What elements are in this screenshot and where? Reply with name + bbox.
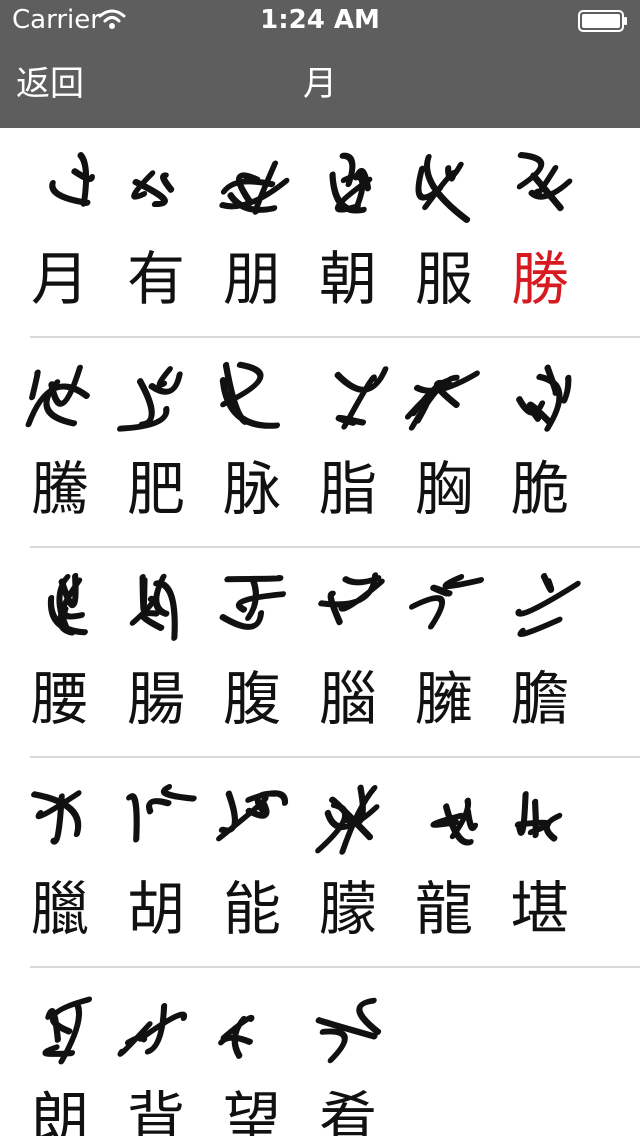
character-label: 腹 — [222, 665, 281, 733]
character-cell[interactable]: 脉 — [204, 338, 300, 548]
character-cell[interactable]: 腸 — [108, 548, 204, 758]
character-cell[interactable]: 脂 — [300, 338, 396, 548]
character-label: 腸 — [126, 665, 185, 733]
character-label: 服 — [414, 245, 473, 313]
character-label: 朋 — [222, 245, 281, 313]
character-cell[interactable]: 堪 — [492, 758, 588, 968]
character-cell[interactable]: 腰 — [12, 548, 108, 758]
character-cell[interactable]: 月 — [12, 128, 108, 338]
character-label: 龍 — [414, 875, 473, 943]
character-row: 月有朋朝服勝 — [30, 128, 640, 338]
character-label: 臃 — [414, 665, 473, 733]
battery-icon — [578, 10, 628, 32]
character-label: 能 — [222, 875, 281, 943]
character-cell[interactable]: 肥 — [108, 338, 204, 548]
character-cell[interactable]: 腦 — [300, 548, 396, 758]
character-row: 臘胡能朦龍堪 — [30, 758, 640, 968]
character-cell[interactable]: 膽 — [492, 548, 588, 758]
character-cell[interactable]: 龍 — [396, 758, 492, 968]
character-label: 月 — [30, 245, 89, 313]
character-label: 堪 — [510, 875, 569, 943]
back-button[interactable]: 返回 — [16, 64, 84, 104]
character-cell[interactable]: 有 — [108, 128, 204, 338]
calligraphy-image — [481, 138, 598, 238]
character-cell[interactable]: 能 — [204, 758, 300, 968]
character-cell[interactable]: 朦 — [300, 758, 396, 968]
character-label: 勝 — [510, 245, 569, 313]
calligraphy-image — [481, 768, 598, 868]
character-cell[interactable]: 胸 — [396, 338, 492, 548]
character-label: 臘 — [30, 875, 89, 943]
character-label: 朗 — [30, 1085, 89, 1136]
character-cell[interactable]: 腹 — [204, 548, 300, 758]
character-cell[interactable]: 肴 — [300, 968, 396, 1136]
character-cell[interactable]: 勝 — [492, 128, 588, 338]
character-label: 腰 — [30, 665, 89, 733]
character-row: 腰腸腹腦臃膽 — [30, 548, 640, 758]
character-cell[interactable]: 朝 — [300, 128, 396, 338]
screen: Carrier 1:24 AM 返回 月 月有朋朝服勝騰肥脉脂胸脆腰腸腹腦臃膽臘… — [0, 0, 640, 1136]
character-label: 膽 — [510, 665, 569, 733]
character-label: 胸 — [414, 455, 473, 523]
character-grid: 月有朋朝服勝騰肥脉脂胸脆腰腸腹腦臃膽臘胡能朦龍堪朗背望肴 — [0, 128, 640, 1136]
character-row: 騰肥脉脂胸脆 — [25, 338, 640, 548]
character-cell[interactable]: 臃 — [396, 548, 492, 758]
character-cell[interactable]: 服 — [396, 128, 492, 338]
character-label: 有 — [126, 245, 185, 313]
character-label: 胡 — [126, 875, 185, 943]
character-cell[interactable]: 脆 — [492, 338, 588, 548]
status-bar: Carrier 1:24 AM — [0, 0, 640, 40]
character-label: 脂 — [318, 455, 377, 523]
character-label: 朝 — [318, 245, 377, 313]
character-cell[interactable]: 胡 — [108, 758, 204, 968]
page-title: 月 — [303, 64, 337, 104]
character-label: 望 — [222, 1085, 281, 1136]
character-label: 脉 — [222, 455, 281, 523]
character-label: 肥 — [126, 455, 185, 523]
character-cell[interactable]: 騰 — [12, 338, 108, 548]
character-label: 脆 — [510, 455, 569, 523]
calligraphy-image — [289, 978, 406, 1078]
status-time: 1:24 AM — [260, 5, 380, 35]
character-cell[interactable]: 朗 — [12, 968, 108, 1136]
character-cell[interactable]: 朋 — [204, 128, 300, 338]
character-label: 背 — [126, 1085, 185, 1136]
character-cell[interactable]: 背 — [108, 968, 204, 1136]
character-label: 肴 — [318, 1085, 377, 1136]
character-label: 騰 — [30, 455, 89, 523]
character-label: 腦 — [318, 665, 377, 733]
character-label: 朦 — [318, 875, 377, 943]
character-cell[interactable]: 臘 — [12, 758, 108, 968]
character-cell[interactable]: 望 — [204, 968, 300, 1136]
navigation-bar: Carrier 1:24 AM 返回 月 — [0, 0, 640, 128]
character-row: 朗背望肴 — [30, 968, 640, 1136]
calligraphy-image — [481, 558, 598, 658]
calligraphy-image — [481, 348, 598, 448]
